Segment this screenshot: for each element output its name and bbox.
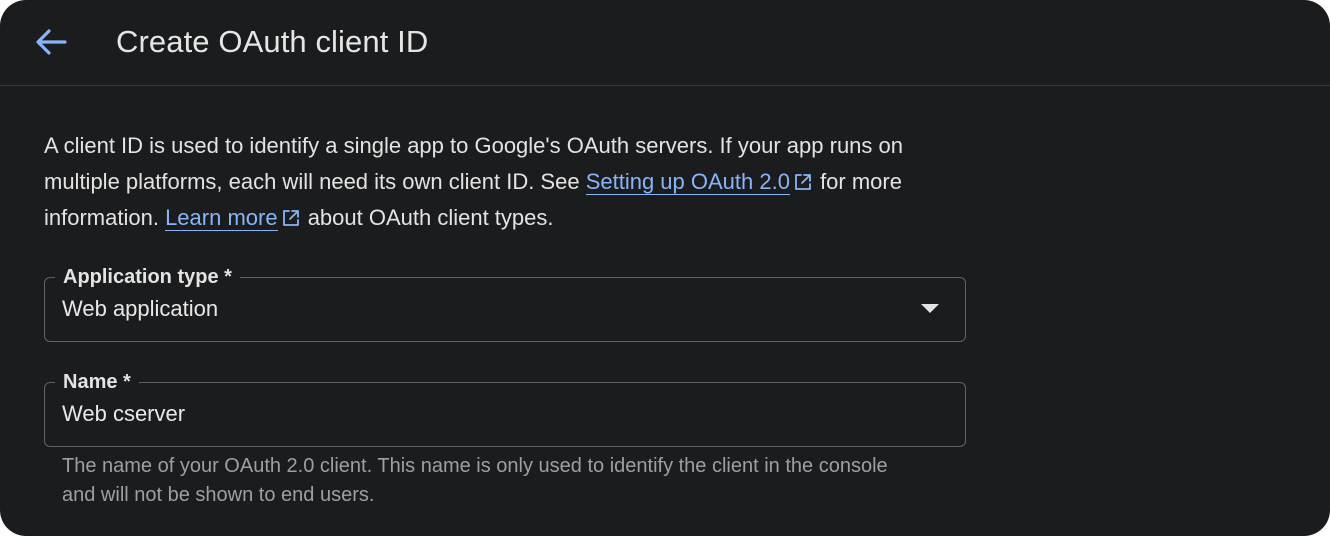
header-bar: Create OAuth client ID bbox=[0, 0, 1330, 86]
open-in-new-icon[interactable] bbox=[794, 173, 812, 191]
name-input[interactable]: Web cserver bbox=[62, 399, 185, 429]
intro-section: A client ID is used to identify a single… bbox=[44, 128, 974, 236]
open-in-new-icon[interactable] bbox=[282, 209, 300, 227]
application-type-value: Web application bbox=[62, 296, 219, 321]
application-type-select[interactable]: Application type * Web application bbox=[44, 264, 966, 342]
dropdown-arrow-icon[interactable] bbox=[921, 304, 939, 313]
intro-text-part3: about OAuth client types. bbox=[301, 205, 554, 230]
arrow-left-icon bbox=[36, 29, 67, 55]
name-label: Name * bbox=[55, 369, 139, 395]
name-field[interactable]: Name * Web cserver bbox=[44, 369, 966, 447]
application-type-label: Application type * bbox=[55, 264, 240, 290]
intro-text: A client ID is used to identify a single… bbox=[44, 128, 974, 236]
page-title: Create OAuth client ID bbox=[116, 24, 429, 59]
name-hint: The name of your OAuth 2.0 client. This … bbox=[62, 455, 888, 506]
dialog-window: Create OAuth client ID A client ID is us… bbox=[0, 0, 1330, 536]
back-button[interactable] bbox=[28, 20, 74, 64]
learn-more-link[interactable]: Learn more bbox=[165, 205, 278, 231]
setting-up-oauth-link[interactable]: Setting up OAuth 2.0 bbox=[585, 169, 790, 195]
